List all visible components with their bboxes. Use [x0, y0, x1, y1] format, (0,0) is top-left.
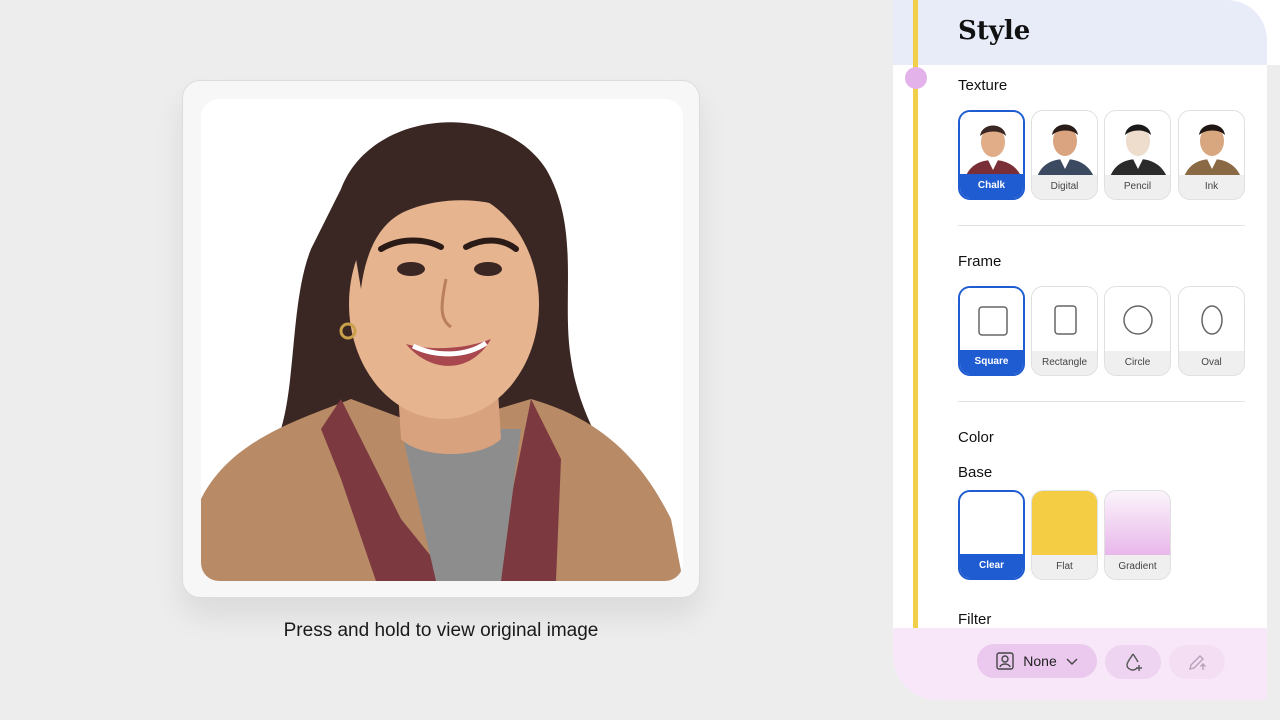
frame-option-oval[interactable]: Oval	[1178, 286, 1245, 376]
base-option-label: Gradient	[1105, 555, 1170, 579]
pencil-upload-icon	[1189, 655, 1206, 670]
panel-gutter	[1267, 65, 1280, 700]
portrait-preview-card[interactable]	[182, 80, 700, 598]
portrait-image[interactable]	[201, 99, 683, 581]
digital-thumbnail-icon	[1037, 124, 1094, 177]
chevron-down-icon	[1066, 658, 1078, 665]
frame-option-square[interactable]: Square	[958, 286, 1025, 376]
base-option-flat[interactable]: Flat	[1031, 490, 1098, 580]
clear-swatch	[960, 492, 1023, 558]
square-frame-icon	[978, 306, 1008, 336]
base-option-label: Clear	[960, 554, 1023, 578]
portrait-frame-icon	[996, 652, 1014, 670]
section-divider	[958, 401, 1245, 402]
base-option-clear[interactable]: Clear	[958, 490, 1025, 580]
frame-option-label: Oval	[1179, 351, 1244, 375]
texture-option-label: Chalk	[960, 174, 1023, 198]
gradient-swatch	[1105, 491, 1170, 557]
edit-pencil-button[interactable]	[1169, 645, 1225, 679]
pencil-thumbnail-icon	[1110, 124, 1167, 177]
rectangle-frame-icon	[1054, 305, 1077, 335]
progress-rail	[913, 0, 918, 690]
frame-option-rectangle[interactable]: Rectangle	[1031, 286, 1098, 376]
texture-option-label: Ink	[1179, 175, 1244, 199]
base-option-gradient[interactable]: Gradient	[1104, 490, 1171, 580]
filter-value: None	[1023, 653, 1057, 669]
texture-option-label: Digital	[1032, 175, 1097, 199]
flat-swatch	[1032, 491, 1097, 557]
drop-plus-icon	[1126, 653, 1142, 671]
base-option-label: Flat	[1032, 555, 1097, 579]
circle-frame-icon	[1123, 305, 1153, 335]
oval-frame-icon	[1201, 305, 1223, 335]
texture-option-chalk[interactable]: Chalk	[958, 110, 1025, 200]
section-divider	[958, 225, 1245, 226]
frame-option-circle[interactable]: Circle	[1104, 286, 1171, 376]
ink-thumbnail-icon	[1184, 124, 1241, 177]
texture-option-label: Pencil	[1105, 175, 1170, 199]
filter-label: Filter	[958, 611, 992, 628]
bottom-toolbar: None	[893, 628, 1267, 700]
frame-option-label: Circle	[1105, 351, 1170, 375]
progress-rail-marker[interactable]	[905, 67, 927, 89]
color-label: Color	[958, 429, 994, 446]
chalk-thumbnail-icon	[965, 125, 1022, 178]
add-color-drop-button[interactable]	[1105, 645, 1161, 679]
panel-title: Style	[958, 16, 1031, 46]
texture-option-ink[interactable]: Ink	[1178, 110, 1245, 200]
filter-dropdown[interactable]: None	[977, 644, 1097, 678]
portrait-illustration	[201, 99, 683, 581]
frame-option-label: Rectangle	[1032, 351, 1097, 375]
texture-option-digital[interactable]: Digital	[1031, 110, 1098, 200]
base-label: Base	[958, 464, 993, 481]
style-panel: Style Texture Chalk Digital Pencil Ink F…	[893, 0, 1280, 700]
panel-header	[893, 0, 1267, 65]
frame-option-label: Square	[960, 350, 1023, 374]
texture-option-pencil[interactable]: Pencil	[1104, 110, 1171, 200]
texture-label: Texture	[958, 77, 1008, 94]
frame-label: Frame	[958, 253, 1002, 270]
preview-caption: Press and hold to view original image	[283, 620, 599, 641]
